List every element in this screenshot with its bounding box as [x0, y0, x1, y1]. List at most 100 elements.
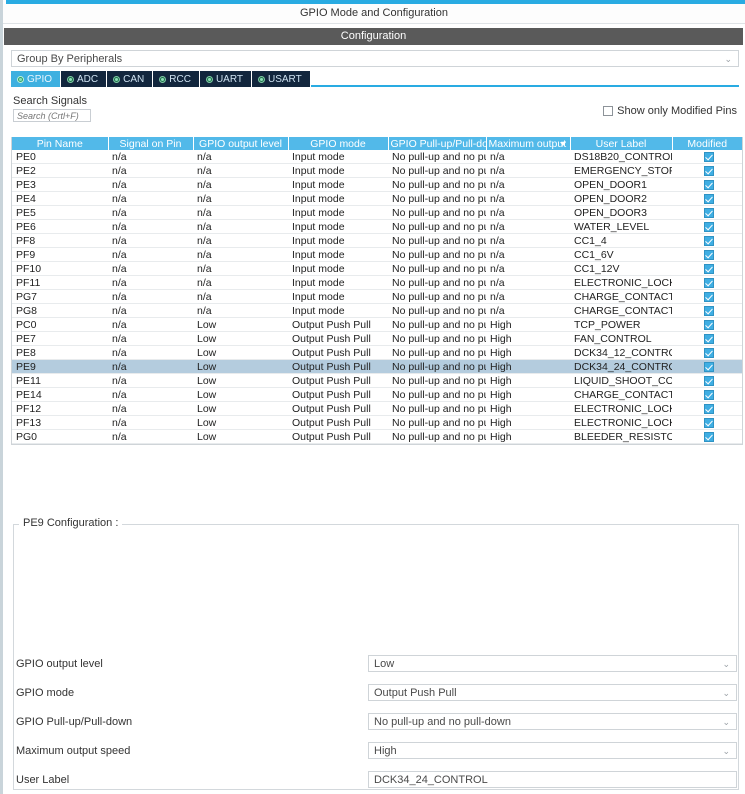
- gpio-configuration-panel: GPIO Mode and Configuration Configuratio…: [0, 0, 745, 794]
- cell-pin-name: PE2: [12, 163, 108, 178]
- cell-maximum-output-speed: High: [486, 429, 570, 444]
- show-only-modified-pins-filter[interactable]: Show only Modified Pins: [603, 105, 737, 117]
- modified-checkbox-checked[interactable]: [704, 333, 714, 344]
- cell-pin-name: PE11: [12, 373, 108, 388]
- table-row[interactable]: PF11n/an/aInput modeNo pull-up and no pu…: [12, 275, 742, 290]
- table-row[interactable]: PE6n/an/aInput modeNo pull-up and no pul…: [12, 219, 742, 234]
- table-row[interactable]: PF8n/an/aInput modeNo pull-up and no pul…: [12, 233, 742, 248]
- column-header-modified[interactable]: Modified: [672, 137, 742, 150]
- chevron-down-icon: ⌄: [724, 54, 732, 64]
- table-row[interactable]: PG0 n/a Low Output Push Pull No pull-up and …: [12, 429, 742, 444]
- cell-pin-name: PF12: [12, 401, 108, 416]
- group-by-select[interactable]: Group By Peripherals ⌄: [11, 50, 739, 67]
- table-row[interactable]: PG8n/an/aInput modeNo pull-up and no pul…: [12, 303, 742, 318]
- column-header-gpio-mode[interactable]: GPIO mode: [288, 137, 389, 150]
- select-gpio-output-level[interactable]: Low ⌄: [368, 655, 737, 672]
- cell-gpio-mode: Input mode: [288, 275, 388, 290]
- cell-gpio-output-level: Low: [193, 359, 288, 374]
- status-dot-icon: [159, 75, 167, 83]
- cell-signal-on-pin: n/a: [108, 205, 193, 220]
- modified-checkbox-checked[interactable]: [704, 249, 714, 260]
- modified-checkbox-checked[interactable]: [704, 305, 714, 316]
- table-row[interactable]: PE11 n/a Low Output Push Pull No pull-up and…: [12, 373, 742, 388]
- tab-adc[interactable]: ADC: [61, 71, 108, 87]
- modified-checkbox-checked[interactable]: [704, 347, 714, 358]
- cell-gpio-output-level: n/a: [193, 289, 288, 304]
- table-row[interactable]: PE0n/an/aInput modeNo pull-up and no pul…: [12, 150, 742, 164]
- table-row[interactable]: PE3n/an/aInput modeNo pull-up and no pul…: [12, 177, 742, 192]
- cell-user-label: CHARGE_CONTACT...: [570, 387, 672, 402]
- cell-user-label: CHARGE_CONTACT...: [570, 289, 672, 304]
- table-row[interactable]: PF12 n/a Low Output Push Pull No pull-up and…: [12, 401, 742, 416]
- cell-gpio-mode: Output Push Pull: [288, 429, 388, 444]
- tab-uart[interactable]: UART: [199, 71, 252, 87]
- modified-checkbox-checked[interactable]: [704, 291, 714, 302]
- modified-checkbox-checked[interactable]: [704, 431, 714, 442]
- column-header-user-label[interactable]: User Label: [570, 137, 673, 150]
- field-label: GPIO mode: [16, 686, 75, 699]
- cell-gpio-pull-up-pull-down: No pull-up and no pul...: [388, 373, 486, 388]
- table-row[interactable]: PE5n/an/aInput modeNo pull-up and no pul…: [12, 205, 742, 220]
- tab-gpio[interactable]: GPIO: [11, 71, 62, 87]
- input-user-label[interactable]: DCK34_24_CONTROL: [368, 771, 737, 788]
- cell-pin-name: PG7: [12, 289, 108, 304]
- cell-gpio-output-level: n/a: [193, 261, 288, 276]
- modified-checkbox-checked[interactable]: [704, 417, 714, 428]
- table-row[interactable]: PE4n/an/aInput modeNo pull-up and no pul…: [12, 191, 742, 206]
- cell-pin-name: PF10: [12, 261, 108, 276]
- cell-maximum-output-speed: n/a: [486, 303, 570, 318]
- modified-checkbox-checked[interactable]: [704, 319, 714, 330]
- cell-maximum-output-speed: n/a: [486, 247, 570, 262]
- column-header-pin-name[interactable]: Pin Name: [12, 137, 109, 150]
- cell-user-label: CC1_6V: [570, 247, 672, 262]
- table-row[interactable]: PG7n/an/aInput modeNo pull-up and no pul…: [12, 289, 742, 304]
- select-gpio-mode[interactable]: Output Push Pull ⌄: [368, 684, 737, 701]
- show-only-modified-pins-checkbox[interactable]: [603, 106, 614, 116]
- chevron-down-icon: ⌄: [722, 746, 730, 756]
- modified-checkbox-checked[interactable]: [704, 361, 714, 372]
- search-input[interactable]: [13, 109, 91, 122]
- select-gpio-pull-up-pull-down[interactable]: No pull-up and no pull-down ⌄: [368, 713, 737, 730]
- cell-gpio-mode: Output Push Pull: [288, 317, 388, 332]
- modified-checkbox-checked[interactable]: [704, 375, 714, 386]
- tab-rcc[interactable]: RCC: [153, 71, 200, 87]
- modified-checkbox-checked[interactable]: [704, 165, 714, 176]
- modified-checkbox-checked[interactable]: [704, 235, 714, 246]
- modified-checkbox-checked[interactable]: [704, 277, 714, 288]
- modified-checkbox-checked[interactable]: [704, 221, 714, 232]
- tab-usart[interactable]: USART: [251, 71, 311, 87]
- table-row[interactable]: PF13 n/a Low Output Push Pull No pull-up and…: [12, 415, 742, 430]
- cell-pin-name: PG0: [12, 429, 108, 444]
- modified-checkbox-checked[interactable]: [704, 179, 714, 190]
- field-value: Low: [374, 658, 395, 670]
- table-row[interactable]: PE9 n/a Low Output Push Pull No pull-up and …: [12, 359, 742, 374]
- status-dot-icon: [67, 75, 75, 83]
- modified-checkbox-checked[interactable]: [704, 151, 714, 162]
- table-row[interactable]: PE2n/an/aInput modeNo pull-up and no pul…: [12, 163, 742, 178]
- table-row[interactable]: PE8 n/a Low Output Push Pull No pull-up and …: [12, 345, 742, 360]
- table-row[interactable]: PF9n/an/aInput modeNo pull-up and no pul…: [12, 247, 742, 262]
- table-row[interactable]: PC0 n/a Low Output Push Pull No pull-up and …: [12, 317, 742, 332]
- cell-maximum-output-speed: High: [486, 401, 570, 416]
- table-row[interactable]: PF10n/an/aInput modeNo pull-up and no pu…: [12, 261, 742, 276]
- column-header-gpio-output-level[interactable]: GPIO output level: [193, 137, 289, 150]
- tab-can[interactable]: CAN: [107, 71, 154, 87]
- modified-checkbox-checked[interactable]: [704, 207, 714, 218]
- cell-gpio-output-level: n/a: [193, 191, 288, 206]
- modified-checkbox-checked[interactable]: [704, 193, 714, 204]
- cell-modified: [672, 233, 742, 248]
- modified-checkbox-checked[interactable]: [704, 389, 714, 400]
- column-header-signal-on-pin[interactable]: Signal on Pin: [108, 137, 194, 150]
- cell-modified: [672, 345, 742, 360]
- column-header-maximum-output[interactable]: Maximum output ...: [486, 137, 571, 150]
- cell-signal-on-pin: n/a: [108, 429, 193, 444]
- select-maximum-output-speed[interactable]: High ⌄: [368, 742, 737, 759]
- modified-checkbox-checked[interactable]: [704, 263, 714, 274]
- modified-checkbox-checked[interactable]: [704, 403, 714, 414]
- table-row[interactable]: PE14 n/a Low Output Push Pull No pull-up and…: [12, 387, 742, 402]
- cell-gpio-pull-up-pull-down: No pull-up and no pul...: [388, 317, 486, 332]
- pins-table-container: Pin Name Signal on Pin GPIO output level GP…: [11, 137, 743, 445]
- cell-modified: [672, 387, 742, 402]
- table-row[interactable]: PE7 n/a Low Output Push Pull No pull-up and …: [12, 331, 742, 346]
- column-header-gpio-pull-up-pull-down[interactable]: GPIO Pull-up/Pull-down: [388, 137, 487, 150]
